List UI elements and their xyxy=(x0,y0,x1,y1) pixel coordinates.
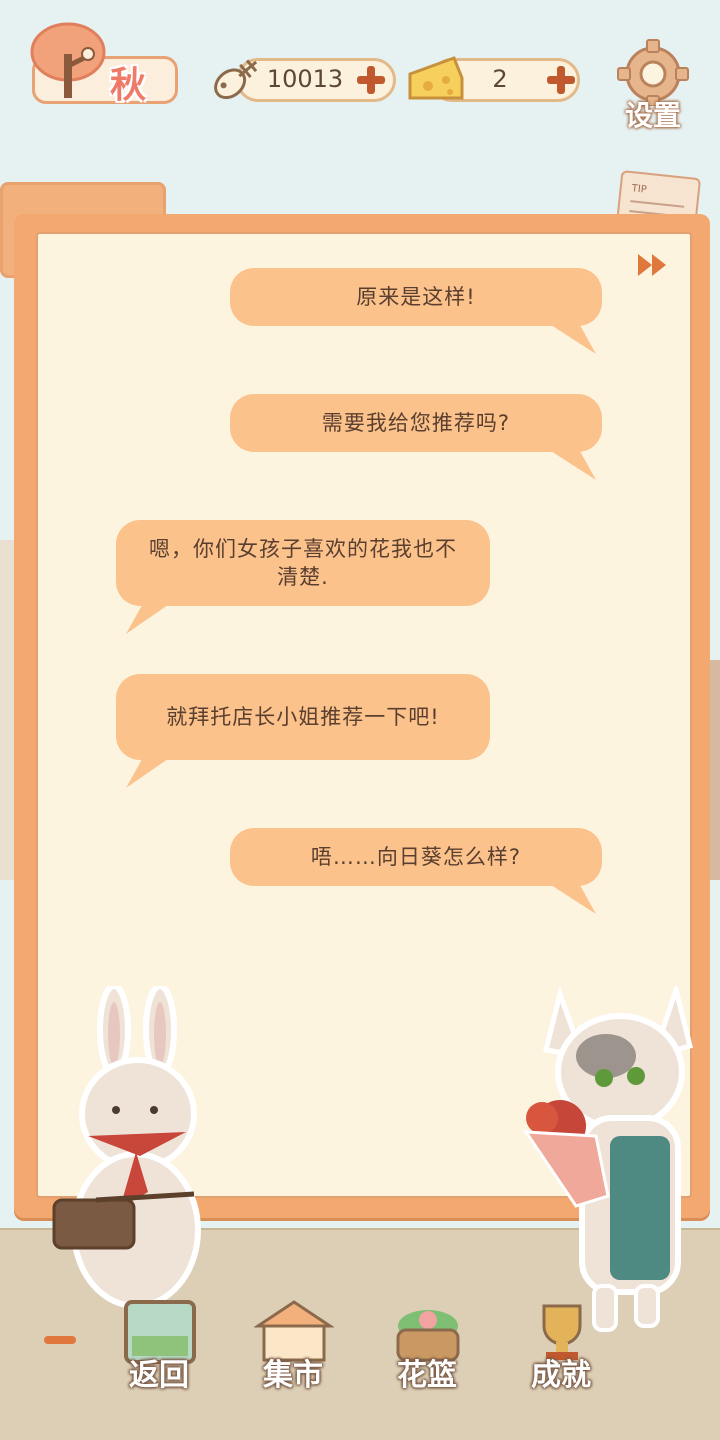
market-label: 集市 xyxy=(263,1358,323,1393)
chat-text: 原来是这样! xyxy=(356,285,476,309)
bubble-tail xyxy=(540,318,596,354)
cat-shopkeeper xyxy=(486,981,700,1336)
cheese-count: 2 xyxy=(492,65,508,93)
settings-label: 设置 xyxy=(624,99,681,132)
chat-text: 需要我给您推荐吗? xyxy=(321,411,511,435)
bubble-tail xyxy=(540,444,596,480)
rabbit-customer xyxy=(36,983,226,1316)
fast-forward-icon[interactable] xyxy=(636,252,670,278)
bubble-tail xyxy=(126,598,178,634)
fish-count: 10013 xyxy=(266,65,344,93)
plus-icon xyxy=(547,66,575,94)
season-label: 秋 xyxy=(110,65,147,106)
add-cheese-button[interactable] xyxy=(544,63,578,97)
back-label: 返回 xyxy=(129,1358,189,1393)
tree-season-icon xyxy=(24,14,114,106)
basket-label: 花篮 xyxy=(397,1358,457,1393)
cheese-icon xyxy=(406,50,466,106)
svg-text:TIP: TIP xyxy=(630,183,647,196)
add-fish-button[interactable] xyxy=(354,63,388,97)
bubble-tail xyxy=(540,878,596,914)
chat-text: 嗯，你们女孩子喜欢的花我也不清楚. xyxy=(149,537,457,589)
chat-text: 唔……向日葵怎么样? xyxy=(310,845,522,869)
chat-bubble-customer: 嗯，你们女孩子喜欢的花我也不清楚. xyxy=(116,520,490,606)
chat-bubble-customer: 就拜托店长小姐推荐一下吧! xyxy=(116,674,490,760)
achievements-label: 成就 xyxy=(531,1358,591,1393)
bubble-tail xyxy=(126,752,178,788)
chat-text: 就拜托店长小姐推荐一下吧! xyxy=(166,705,440,729)
collapse-nav-button[interactable] xyxy=(44,1336,76,1344)
fish-bone-icon xyxy=(204,44,270,112)
plus-icon xyxy=(357,66,385,94)
